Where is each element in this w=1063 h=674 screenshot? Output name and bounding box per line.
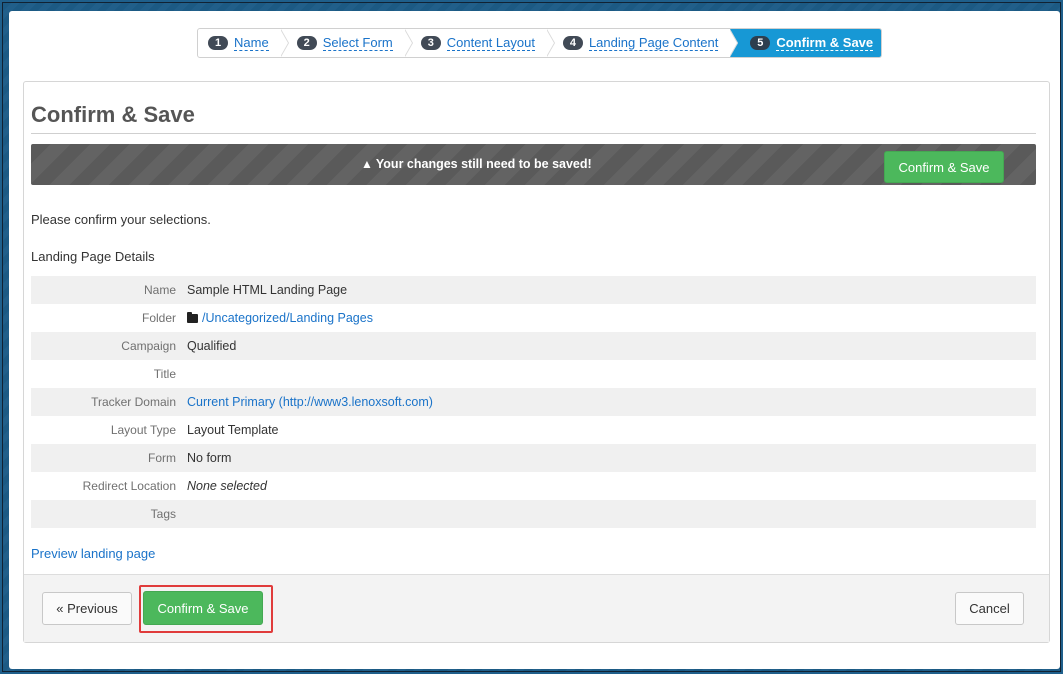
detail-row-title: Title [31, 360, 1036, 388]
detail-value: None selected [187, 479, 267, 493]
detail-row-form: Form No form [31, 444, 1036, 472]
step-number: 1 [208, 36, 228, 50]
detail-value-folder[interactable]: /Uncategorized/Landing Pages [187, 311, 373, 325]
step-number: 3 [420, 36, 441, 50]
tracker-domain-link[interactable]: Current Primary (http://www3.lenoxsoft.c… [187, 395, 433, 409]
detail-key: Campaign [121, 339, 176, 353]
step-label: Content Layout [446, 35, 535, 51]
step-label: Confirm & Save [776, 35, 874, 51]
step-label: Name [234, 35, 269, 51]
details-table: Name Sample HTML Landing Page Folder /Un… [31, 276, 1036, 528]
alert-message: ▲ Your changes still need to be saved! [361, 157, 592, 171]
detail-row-tracker-domain: Tracker Domain Current Primary (http://w… [31, 388, 1036, 416]
wizard-step-landing-page-content[interactable]: 4 Landing Page Content [547, 29, 739, 57]
cancel-button[interactable]: Cancel [955, 592, 1024, 625]
detail-value: Sample HTML Landing Page [187, 283, 348, 297]
unsaved-alert-bar: ▲ Your changes still need to be saved! C… [31, 144, 1036, 185]
detail-key: Redirect Location [82, 479, 176, 493]
detail-row-campaign: Campaign Qualified [31, 332, 1036, 360]
section-heading: Landing Page Details [31, 249, 155, 264]
detail-row-tags: Tags [31, 500, 1036, 528]
previous-button[interactable]: « Previous [42, 592, 132, 625]
detail-key: Name [143, 283, 176, 297]
wizard-step-confirm-save[interactable]: 5 Confirm & Save [730, 29, 882, 57]
wizard-step-select-form[interactable]: 2 Select Form [281, 29, 413, 57]
confirm-panel: Confirm & Save ▲ Your changes still need… [23, 81, 1050, 643]
detail-row-redirect-location: Redirect Location None selected [31, 472, 1036, 500]
page-title: Confirm & Save [31, 94, 1036, 134]
step-number: 5 [750, 36, 771, 50]
detail-key: Folder [141, 311, 176, 325]
preview-landing-page-link[interactable]: Preview landing page [31, 546, 155, 561]
wizard-steps: 1 Name 2 Select Form 3 Content Layout 4 … [197, 28, 883, 58]
warning-triangle-icon: ▲ [361, 157, 373, 171]
folder-link[interactable]: /Uncategorized/Landing Pages [202, 311, 373, 325]
window-frame: 1 Name 2 Select Form 3 Content Layout 4 … [2, 2, 1061, 672]
detail-row-name: Name Sample HTML Landing Page [31, 276, 1036, 304]
detail-row-layout-type: Layout Type Layout Template [31, 416, 1036, 444]
wizard-step-name[interactable]: 1 Name [198, 29, 289, 57]
intro-text: Please confirm your selections. [31, 212, 211, 227]
detail-value: Qualified [187, 339, 237, 353]
folder-icon [187, 311, 198, 323]
detail-value: No form [187, 451, 232, 465]
step-label: Select Form [322, 35, 393, 51]
detail-key: Title [153, 367, 176, 381]
confirm-save-button[interactable]: Confirm & Save [143, 591, 263, 625]
detail-key: Tags [150, 507, 176, 521]
alert-confirm-save-button[interactable]: Confirm & Save [884, 151, 1004, 183]
detail-key: Form [148, 451, 176, 465]
wizard-step-content-layout[interactable]: 3 Content Layout [405, 29, 556, 57]
step-number: 2 [296, 36, 317, 50]
alert-text: Your changes still need to be saved! [375, 157, 592, 171]
footer-bar: « Previous Confirm & Save Cancel [24, 574, 1049, 642]
main-container: 1 Name 2 Select Form 3 Content Layout 4 … [9, 11, 1060, 669]
detail-key: Layout Type [110, 423, 176, 437]
step-number: 4 [562, 36, 583, 50]
detail-key: Tracker Domain [91, 395, 176, 409]
step-label: Landing Page Content [588, 35, 719, 51]
detail-value: Layout Template [187, 423, 279, 437]
redirect-value: None selected [187, 479, 267, 493]
detail-row-folder: Folder /Uncategorized/Landing Pages [31, 304, 1036, 332]
